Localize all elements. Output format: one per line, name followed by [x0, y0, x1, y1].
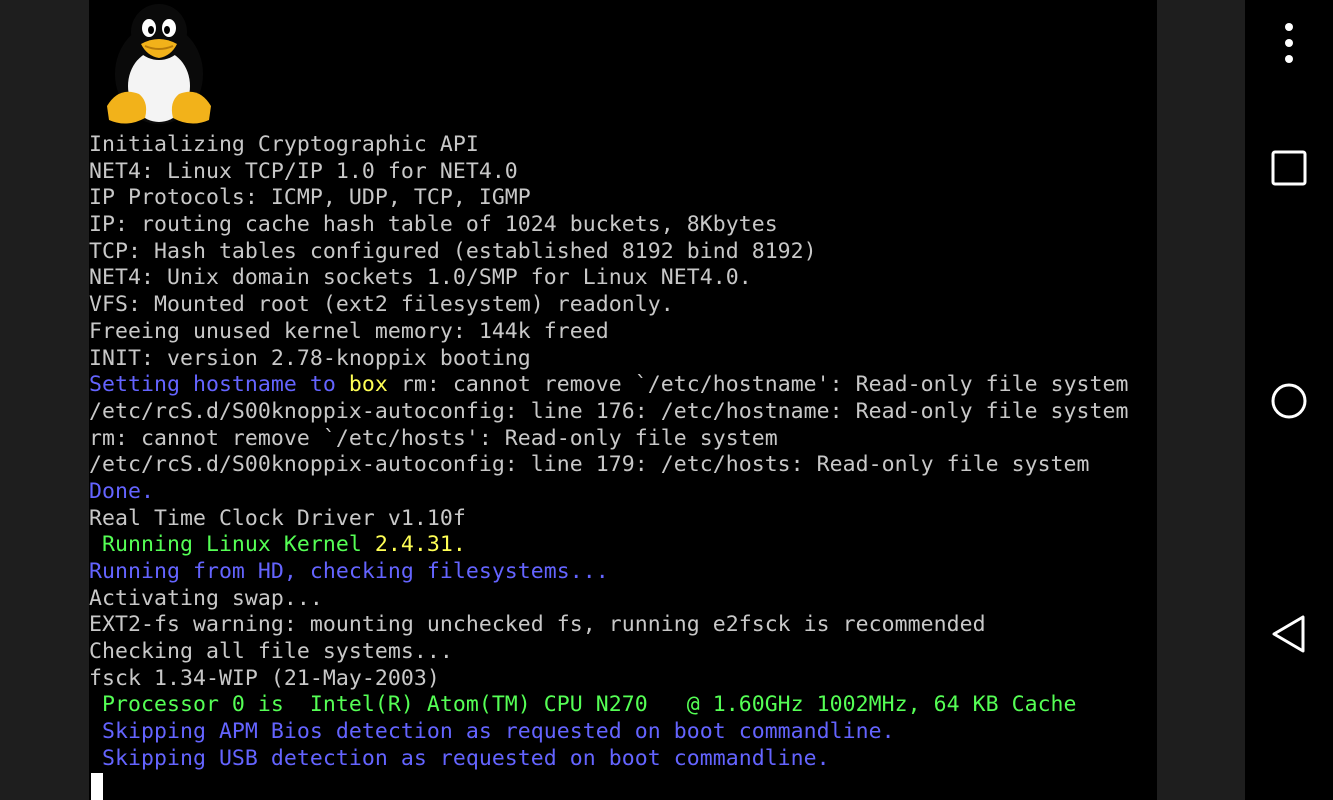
console-line: Setting hostname to box rm: cannot remov…	[89, 372, 1157, 399]
console-text-segment: box	[348, 372, 388, 398]
console-text-segment: Processor 0 is Intel(R) Atom(TM) CPU N27…	[89, 692, 1077, 718]
console-line: /etc/rcS.d/S00knoppix-autoconfig: line 1…	[89, 452, 1157, 479]
triangle-back-icon	[1272, 615, 1305, 653]
console-text-segment: TCP: Hash tables configured (established…	[89, 238, 817, 264]
console-line: NET4: Unix domain sockets 1.0/SMP for Li…	[89, 265, 1157, 292]
console-line: TCP: Hash tables configured (established…	[89, 239, 1157, 266]
console-line: Activating swap...	[89, 586, 1157, 613]
console-line: IP Protocols: ICMP, UDP, TCP, IGMP	[89, 185, 1157, 212]
console-line: Running from HD, checking filesystems...	[89, 559, 1157, 586]
console-text-segment: INIT: version 2.78-knoppix booting	[89, 345, 531, 371]
console-text-segment: 2.4.31.	[374, 532, 466, 558]
console-text-segment: EXT2-fs warning: mounting unchecked fs, …	[89, 612, 986, 638]
console-line: Checking all file systems...	[89, 639, 1157, 666]
console-line: Skipping USB detection as requested on b…	[89, 746, 1157, 773]
console-line: fsck 1.34-WIP (21-May-2003)	[89, 666, 1157, 693]
console-text-segment: Checking all file systems...	[89, 639, 453, 665]
square-icon	[1271, 150, 1307, 186]
console-text-segment: Activating swap...	[89, 585, 323, 611]
console-line: /etc/rcS.d/S00knoppix-autoconfig: line 1…	[89, 399, 1157, 426]
console-line: Freeing unused kernel memory: 144k freed	[89, 319, 1157, 346]
tux-penguin-icon	[107, 4, 211, 124]
console-line: IP: routing cache hash table of 1024 buc…	[89, 212, 1157, 239]
console-text-segment: Skipping APM Bios detection as requested…	[89, 719, 895, 745]
boot-log: Initializing Cryptographic API NET4: Linu…	[89, 132, 1157, 773]
console-text-segment: IP Protocols: ICMP, UDP, TCP, IGMP	[89, 185, 531, 211]
console-line: Skipping APM Bios detection as requested…	[89, 719, 1157, 746]
console-line: Initializing Cryptographic API	[89, 132, 1157, 159]
console-line: EXT2-fs warning: mounting unchecked fs, …	[89, 612, 1157, 639]
console-line: Done.	[89, 479, 1157, 506]
console-line: Running Linux Kernel 2.4.31.	[89, 532, 1157, 559]
circle-icon	[1271, 383, 1307, 419]
console-text-segment: VFS: Mounted root (ext2 filesystem) read…	[89, 292, 674, 318]
app-screen: Initializing Cryptographic API NET4: Linu…	[0, 0, 1333, 800]
console-text-segment: rm: cannot remove `/etc/hosts': Read-onl…	[89, 425, 778, 451]
console-line: INIT: version 2.78-knoppix booting	[89, 346, 1157, 373]
console-text-segment: Setting hostname to	[89, 372, 349, 398]
console-text-segment: Initializing Cryptographic API	[89, 132, 479, 157]
console-text-segment: Done.	[89, 478, 154, 504]
console-text-segment: /etc/rcS.d/S00knoppix-autoconfig: line 1…	[89, 452, 1090, 478]
console-text-segment: NET4: Unix domain sockets 1.0/SMP for Li…	[89, 265, 752, 291]
console-line: NET4: Linux TCP/IP 1.0 for NET4.0	[89, 159, 1157, 186]
console-text-segment: Real Time Clock Driver v1.10f	[89, 505, 466, 531]
console-text-segment: Running Linux Kernel	[89, 532, 375, 558]
console-line: Real Time Clock Driver v1.10f	[89, 506, 1157, 533]
back-button[interactable]	[1245, 594, 1333, 674]
console-line: Processor 0 is Intel(R) Atom(TM) CPU N27…	[89, 692, 1157, 719]
console-text-segment: rm: cannot remove `/etc/hostname': Read-…	[387, 372, 1129, 398]
text-cursor	[91, 773, 103, 800]
vertical-dots-icon	[1285, 23, 1293, 63]
console-text-segment: fsck 1.34-WIP (21-May-2003)	[89, 665, 440, 691]
console-text-segment: /etc/rcS.d/S00knoppix-autoconfig: line 1…	[89, 398, 1129, 424]
home-button[interactable]	[1245, 361, 1333, 441]
android-navigation-bar	[1245, 0, 1333, 800]
console-display[interactable]: Initializing Cryptographic API NET4: Linu…	[89, 0, 1157, 800]
recents-button[interactable]	[1245, 128, 1333, 208]
overflow-menu-button[interactable]	[1245, 3, 1333, 83]
console-text-segment: Freeing unused kernel memory: 144k freed	[89, 318, 609, 344]
console-text-segment: Skipping USB detection as requested on b…	[89, 745, 830, 771]
console-line: rm: cannot remove `/etc/hosts': Read-onl…	[89, 426, 1157, 453]
console-text-segment: IP: routing cache hash table of 1024 buc…	[89, 212, 778, 238]
console-text-segment: NET4: Linux TCP/IP 1.0 for NET4.0	[89, 158, 518, 184]
console-line: VFS: Mounted root (ext2 filesystem) read…	[89, 292, 1157, 319]
console-text-segment: Running from HD, checking filesystems...	[89, 559, 609, 584]
